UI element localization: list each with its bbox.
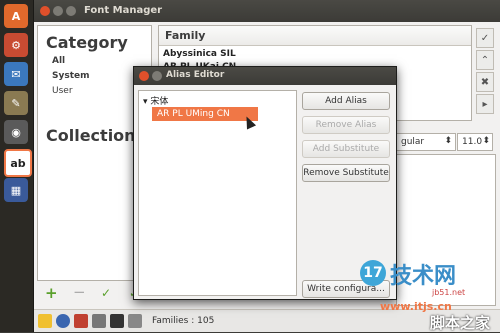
spin-arrows-icon: ⬍ (444, 136, 452, 146)
camera-icon[interactable]: ◉ (4, 120, 28, 144)
remove-substitute-button[interactable]: Remove Substitute (302, 164, 390, 182)
size-spin[interactable]: 11.0 ⬍ (457, 133, 493, 151)
size-value: 11.0 (462, 137, 483, 147)
watermark-brand: 技术网 (390, 264, 457, 289)
watermark-logo-icon: 17 (360, 260, 386, 286)
alias-tree[interactable]: ▾ 宋体 AR PL UMing CN (138, 90, 297, 296)
dialog-title: Alias Editor (166, 70, 225, 80)
tree-root-label: 宋体 (150, 97, 169, 107)
star-icon[interactable] (38, 314, 52, 328)
minimize-icon[interactable] (152, 71, 162, 81)
category-item-user[interactable]: User (52, 86, 73, 96)
spin-arrows-icon: ⬍ (482, 136, 490, 146)
ubuntu-software-icon[interactable]: A (4, 4, 28, 28)
remove-icon[interactable]: − (73, 283, 86, 301)
watermark-logo-label: 脚本之家 (430, 314, 491, 332)
watermark: 17 技术网 jb51.net www.itjs.cn 脚本之家 (360, 258, 500, 332)
arrow-icon[interactable]: ▸ (476, 94, 494, 114)
alias-editor-titlebar: Alias Editor (134, 67, 396, 85)
manage-icon[interactable] (128, 314, 142, 328)
watermark-site2: jb51.net (432, 288, 466, 297)
check-icon[interactable]: ✓ (476, 28, 494, 48)
chevron-icon[interactable]: ⌃ (476, 50, 494, 70)
category-item-system[interactable]: System (52, 71, 90, 81)
families-count: Families : 105 (152, 316, 215, 326)
settings-wrench-icon[interactable]: ⚙ (4, 33, 28, 57)
workspace-switcher-icon[interactable]: ▦ (4, 178, 28, 202)
gimp-icon[interactable]: ✎ (4, 91, 28, 115)
save-icon[interactable] (110, 314, 124, 328)
help-icon[interactable] (56, 314, 70, 328)
expander-icon[interactable]: ▾ (143, 97, 148, 107)
close-icon[interactable] (139, 71, 149, 81)
add-icon[interactable]: + (45, 284, 58, 302)
window-title: Font Manager (84, 5, 163, 16)
font-manager-icon[interactable]: ab (4, 149, 32, 177)
add-alias-button[interactable]: Add Alias (302, 92, 390, 110)
family-column-header[interactable]: Family (159, 26, 471, 46)
apply-icon[interactable]: ✓ (101, 286, 111, 300)
add-substitute-button[interactable]: Add Substitute (302, 140, 390, 158)
category-item-all[interactable]: All (52, 56, 65, 66)
tree-root-row[interactable]: ▾ 宋体 (143, 94, 168, 107)
close-icon[interactable] (40, 6, 50, 16)
font-manager-titlebar: Font Manager (34, 0, 500, 22)
tools-icon[interactable] (74, 314, 88, 328)
export-icon[interactable] (92, 314, 106, 328)
category-title: Category (46, 33, 128, 52)
family-row[interactable]: Abyssinica SIL (163, 49, 236, 59)
thunderbird-icon[interactable]: ✉ (4, 62, 28, 86)
collection-title: Collection (46, 126, 136, 145)
remove-x-icon[interactable]: ✖ (476, 72, 494, 92)
remove-alias-button[interactable]: Remove Alias (302, 116, 390, 134)
style-combo[interactable]: gular ⬍ (396, 133, 456, 151)
alias-editor-dialog: Alias Editor ▾ 宋体 AR PL UMing CN Add Ali… (133, 66, 397, 300)
unity-launcher: A ⚙ ✉ ✎ ◉ ab ▦ (0, 0, 34, 332)
minimize-icon[interactable] (53, 6, 63, 16)
style-combo-value: gular (401, 137, 425, 147)
maximize-icon[interactable] (66, 6, 76, 16)
